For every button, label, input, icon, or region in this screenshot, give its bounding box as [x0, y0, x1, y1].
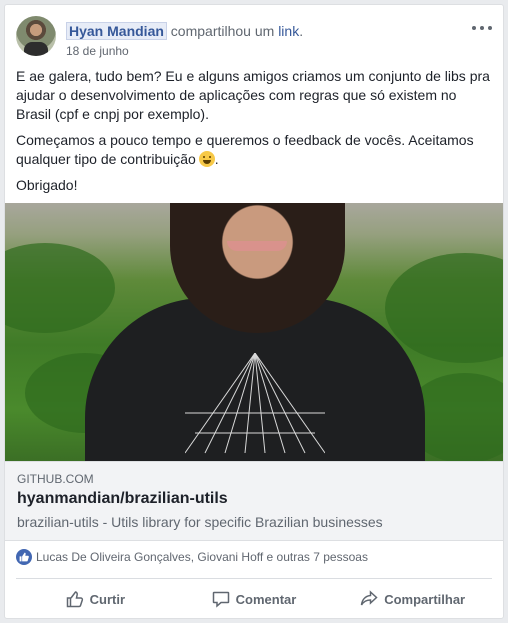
action-suffix: .: [299, 23, 304, 39]
post-header: Hyan Mandian compartilhou um link. 18 de…: [16, 16, 492, 60]
post-paragraph: E ae galera, tudo bem? Eu e alguns amigo…: [16, 68, 490, 122]
share-button[interactable]: Compartilhar: [333, 583, 492, 615]
post-paragraph: Começamos a pouco tempo e queremos o fee…: [16, 131, 494, 169]
post-paragraph: Obrigado!: [16, 177, 78, 193]
action-link[interactable]: link: [278, 23, 299, 39]
like-label: Curtir: [89, 591, 126, 607]
comment-label: Comentar: [235, 591, 297, 607]
link-title[interactable]: hyanmandian/brazilian-utils: [17, 490, 491, 508]
post-text: E ae galera, tudo bem? Eu e alguns amigo…: [16, 67, 494, 202]
shirt-graphic-icon: [185, 353, 325, 454]
divider: [16, 578, 492, 579]
link-preview[interactable]: GITHUB.COM hyanmandian/brazilian-utils b…: [5, 461, 503, 541]
post-card: Hyan Mandian compartilhou um link. 18 de…: [4, 4, 504, 619]
author-name[interactable]: Hyan Mandian: [66, 22, 167, 40]
thumbs-up-icon: [66, 591, 83, 608]
comment-button[interactable]: Comentar: [175, 583, 334, 615]
laughing-emoji-icon: [198, 151, 215, 167]
reactions-summary[interactable]: Lucas De Oliveira Gonçalves, Giovani Hof…: [16, 549, 368, 565]
post-date[interactable]: 18 de junho: [66, 44, 129, 58]
more-options-icon[interactable]: [472, 22, 492, 34]
link-preview-image[interactable]: [5, 203, 503, 461]
like-button[interactable]: Curtir: [16, 583, 175, 615]
action-bar: Curtir Comentar Compartilhar: [16, 583, 492, 615]
link-domain: GITHUB.COM: [17, 472, 94, 486]
like-reaction-icon: [16, 549, 32, 565]
post-paragraph-suffix: .: [214, 151, 219, 167]
post-paragraph-text: Começamos a pouco tempo e queremos o fee…: [16, 132, 474, 167]
link-description: brazilian-utils - Utils library for spec…: [17, 514, 383, 530]
reactions-text[interactable]: Lucas De Oliveira Gonçalves, Giovani Hof…: [36, 550, 368, 564]
share-icon: [360, 590, 378, 606]
action-text: compartilhou um: [170, 23, 275, 39]
avatar[interactable]: [16, 16, 56, 56]
comment-icon: [212, 591, 229, 608]
post-author-line: Hyan Mandian compartilhou um link.: [66, 22, 304, 40]
share-label: Compartilhar: [384, 591, 466, 607]
